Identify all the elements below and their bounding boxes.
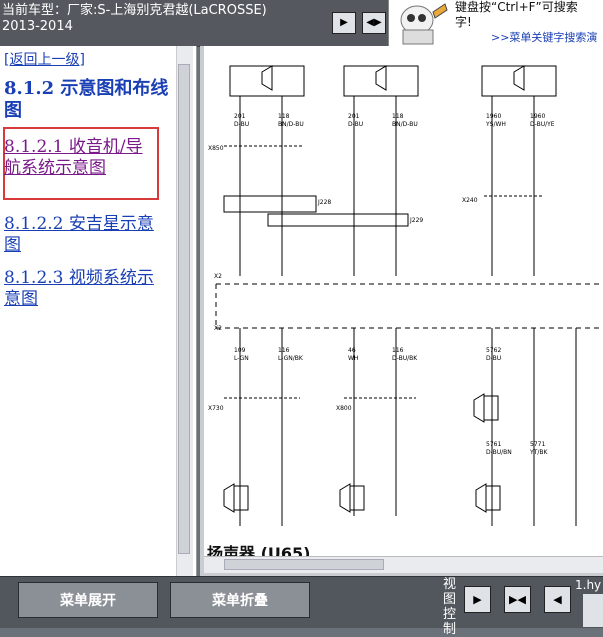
wire-label: D-BU — [348, 121, 363, 128]
view-prev-button[interactable]: ◀ — [544, 586, 571, 613]
wire-label: 118 — [392, 113, 404, 120]
wiring-diagram-svg: 201 D-BU 118 BN/D-BU 201 D-BU 118 BN/D-B… — [208, 65, 603, 526]
expand-horizontal-icon: ◀▶ — [366, 17, 382, 28]
splice-label: J228 — [317, 199, 331, 206]
view-control-label: 视图控制 — [443, 577, 457, 637]
mascot-icon — [400, 3, 448, 45]
wire-label: 201 — [348, 113, 360, 120]
toc-sidebar — [0, 46, 197, 576]
wire-label: D-BU — [234, 121, 249, 128]
connector-label: X2 — [214, 273, 222, 280]
wire-label: D-BU/YE — [530, 121, 555, 128]
wire-label: 46 — [348, 347, 356, 354]
vehicle-info: 当前车型：厂家:S-上海别克君越(LaCROSSE) 2013-2014 — [2, 3, 267, 35]
diagram-scroll-thumb[interactable] — [224, 559, 384, 570]
expand-horizontal-icon: ▶◀ — [509, 593, 526, 606]
back-link[interactable]: [返回上一级] — [4, 49, 85, 69]
help-banner: 键盘按“Ctrl+F”可搜索 字! >>菜单关键字搜索演 — [388, 0, 603, 46]
connector-label: X2 — [214, 325, 222, 332]
wire-label: L-GN/BK — [278, 355, 304, 362]
wire-label: 118 — [278, 113, 290, 120]
wire-label: 1960 — [486, 113, 501, 120]
wire-label: YS/WH — [485, 121, 506, 128]
diagram-horizontal-scrollbar[interactable] — [204, 556, 603, 573]
menu-expand-button[interactable]: 菜单展开 — [18, 582, 158, 618]
help-text-line2: 字! — [455, 15, 472, 29]
wire-label: D-BU — [486, 355, 501, 362]
wire-label: WH — [348, 355, 358, 362]
sidebar-scroll-thumb[interactable] — [178, 64, 190, 554]
wire-label: BN/D-BU — [392, 121, 418, 128]
toc-heading: 8.1.2 示意图和布线图 — [4, 78, 169, 121]
split-view-button[interactable]: ◀▶ — [362, 12, 386, 34]
wire-label: D-BU/BK — [392, 355, 418, 362]
vehicle-years: 2013-2014 — [2, 19, 73, 34]
wire-label: YT/BK — [529, 449, 548, 456]
help-text: 键盘按“Ctrl+F”可搜索 字! — [455, 0, 603, 30]
next-page-button[interactable]: ▶ — [332, 12, 356, 34]
wire-label: 5762 — [486, 347, 501, 354]
connector-label: X850 — [208, 145, 224, 152]
connector-label: X240 — [462, 197, 478, 204]
wire-label: 109 — [234, 347, 246, 354]
toc-item-onstar[interactable]: 8.1.2.2 安吉星示意图 — [4, 214, 170, 256]
connector-label: X800 — [336, 405, 352, 412]
menu-collapse-button[interactable]: 菜单折叠 — [170, 582, 310, 618]
wire-label: 5771 — [530, 441, 545, 448]
arrow-right-icon: ▶ — [473, 593, 482, 606]
wiring-diagram: 201 D-BU 118 BN/D-BU 201 D-BU 118 BN/D-B… — [204, 46, 603, 556]
arrow-right-icon: ▶ — [340, 17, 348, 28]
connector-label: X730 — [208, 405, 224, 412]
keyword-search-link[interactable]: >>菜单关键字搜索演 — [491, 29, 597, 45]
wire-label: 201 — [234, 113, 246, 120]
toc-item-radio-navigation[interactable]: 8.1.2.1 收音机/导航系统示意图 — [4, 137, 156, 179]
wire-label: BN/D-BU — [278, 121, 304, 128]
splice-label: J229 — [409, 217, 423, 224]
view-split-button[interactable]: ▶◀ — [504, 586, 531, 613]
view-next-button[interactable]: ▶ — [464, 586, 491, 613]
wire-label: D-BU/BN — [486, 449, 512, 456]
toc-item-video-system[interactable]: 8.1.2.3 视频系统示意图 — [4, 268, 170, 310]
help-text-line1: 键盘按“Ctrl+F”可搜索 — [455, 0, 578, 14]
file-panel-edge — [583, 594, 603, 627]
vehicle-model: 当前车型：厂家:S-上海别克君越(LaCROSSE) — [2, 3, 267, 18]
arrow-left-icon: ◀ — [553, 593, 562, 606]
wire-label: 116 — [278, 347, 290, 354]
wire-label: 1960 — [530, 113, 545, 120]
wire-label: 116 — [392, 347, 404, 354]
wire-label: L-GN — [234, 355, 249, 362]
wire-label: 5761 — [486, 441, 501, 448]
file-label: 1.hy — [575, 578, 602, 592]
